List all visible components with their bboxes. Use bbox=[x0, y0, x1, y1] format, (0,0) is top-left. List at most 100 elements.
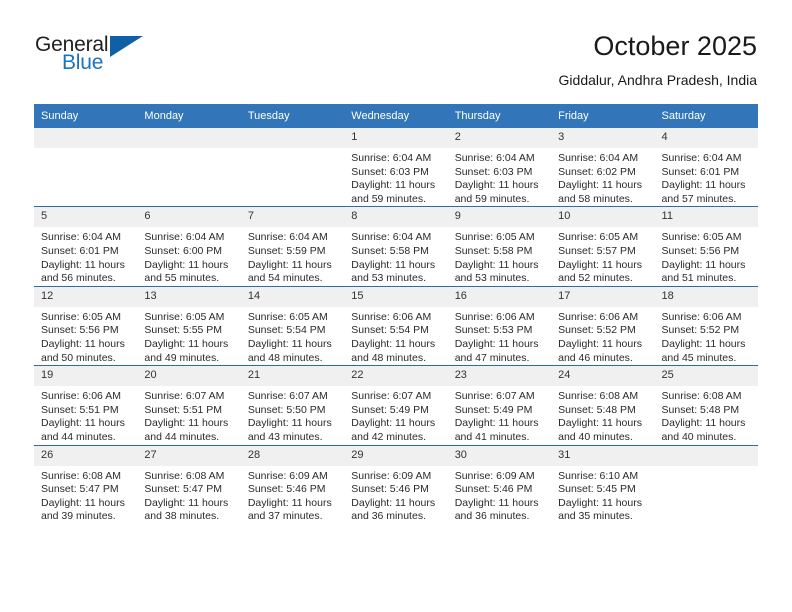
calendar-day-cell[interactable]: 8 Sunrise: 6:04 AM Sunset: 5:58 PM Daylight… bbox=[344, 206, 448, 287]
day-sunset-text: Sunset: 5:47 PM bbox=[144, 483, 223, 496]
calendar-day-cell[interactable]: 21 Sunrise: 6:07 AM Sunset: 5:50 PM Dayligh… bbox=[240, 365, 345, 445]
day-sunrise-text: Sunrise: 6:08 AM bbox=[661, 390, 742, 403]
day-daylight1-text: Daylight: 11 hours bbox=[661, 258, 746, 271]
day-daylight2-text: and 52 minutes. bbox=[558, 272, 633, 285]
day-number: 8 bbox=[344, 207, 448, 228]
calendar-day-cell[interactable]: 16 Sunrise: 6:06 AM Sunset: 5:53 PM Dayligh… bbox=[447, 285, 552, 366]
day-daylight1-text: Daylight: 11 hours bbox=[247, 258, 332, 271]
day-number: 25 bbox=[654, 366, 758, 387]
day-details: Sunrise: 6:07 AM Sunset: 5:49 PM Daylight:… bbox=[344, 386, 447, 444]
day-details: Sunrise: 6:09 AM Sunset: 5:46 PM Daylight:… bbox=[241, 466, 344, 524]
calendar-day-cell[interactable]: 18 Sunrise: 6:06 AM Sunset: 5:52 PM Dayligh… bbox=[654, 285, 758, 366]
day-daylight2-text: and 49 minutes. bbox=[144, 351, 220, 364]
day-number: 29 bbox=[344, 445, 448, 466]
calendar-day-cell-empty bbox=[137, 128, 241, 207]
calendar-day-cell[interactable]: 22 Sunrise: 6:07 AM Sunset: 5:49 PM Dayligh… bbox=[344, 365, 448, 445]
day-sunset-text: Sunset: 6:03 PM bbox=[351, 165, 429, 178]
day-daylight2-text: and 37 minutes. bbox=[247, 510, 323, 523]
day-sunrise-text: Sunrise: 6:08 AM bbox=[41, 469, 121, 482]
day-daylight1-text: Daylight: 11 hours bbox=[144, 258, 229, 271]
day-sunset-text: Sunset: 5:59 PM bbox=[247, 244, 326, 257]
day-number: 11 bbox=[654, 207, 758, 228]
day-details: Sunrise: 6:08 AM Sunset: 5:47 PM Daylight:… bbox=[34, 466, 137, 524]
calendar-day-cell[interactable]: 10 Sunrise: 6:05 AM Sunset: 5:57 PM Dayligh… bbox=[551, 206, 655, 287]
calendar-day-cell[interactable]: 26 Sunrise: 6:08 AM Sunset: 5:47 PM Dayligh… bbox=[34, 444, 138, 524]
day-number: 2 bbox=[447, 128, 552, 148]
calendar-day-cell[interactable]: 30 Sunrise: 6:09 AM Sunset: 5:46 PM Dayligh… bbox=[447, 444, 552, 524]
calendar-day-cell[interactable]: 2 Sunrise: 6:04 AM Sunset: 6:03 PM Daylight… bbox=[447, 128, 552, 207]
day-daylight1-text: Daylight: 11 hours bbox=[351, 179, 436, 192]
day-daylight2-text: and 48 minutes. bbox=[351, 351, 426, 364]
calendar-day-cell[interactable]: 27 Sunrise: 6:08 AM Sunset: 5:47 PM Dayligh… bbox=[137, 444, 241, 524]
calendar-day-cell[interactable]: 9 Sunrise: 6:05 AM Sunset: 5:58 PM Daylight… bbox=[447, 206, 552, 287]
day-details: Sunrise: 6:08 AM Sunset: 5:48 PM Daylight:… bbox=[655, 386, 758, 444]
day-sunset-text: Sunset: 6:01 PM bbox=[41, 244, 119, 257]
day-details: Sunrise: 6:09 AM Sunset: 5:46 PM Daylight:… bbox=[448, 466, 551, 524]
logo-triangle-icon bbox=[110, 36, 143, 57]
page-title: October 2025 bbox=[593, 31, 757, 61]
calendar-page: General Blue October 2025 Giddalur, Andh… bbox=[0, 0, 792, 612]
day-sunset-text: Sunset: 5:52 PM bbox=[558, 324, 636, 337]
day-daylight1-text: Daylight: 11 hours bbox=[454, 258, 539, 271]
weekday-header-sunday: Sunday bbox=[34, 104, 138, 128]
calendar-day-cell[interactable]: 20 Sunrise: 6:07 AM Sunset: 5:51 PM Dayligh… bbox=[137, 365, 241, 445]
calendar-day-cell[interactable]: 4 Sunrise: 6:04 AM Sunset: 6:01 PM Daylight… bbox=[654, 128, 758, 207]
calendar-day-cell[interactable]: 24 Sunrise: 6:08 AM Sunset: 5:48 PM Dayligh… bbox=[551, 365, 655, 445]
calendar-day-cell[interactable]: 5 Sunrise: 6:04 AM Sunset: 6:01 PM Daylight… bbox=[34, 206, 138, 287]
day-daylight1-text: Daylight: 11 hours bbox=[247, 417, 332, 430]
day-sunrise-text: Sunrise: 6:04 AM bbox=[351, 231, 432, 244]
day-daylight2-text: and 48 minutes. bbox=[247, 351, 323, 364]
day-daylight2-text: and 40 minutes. bbox=[661, 430, 737, 443]
day-daylight2-text: and 35 minutes. bbox=[558, 510, 633, 523]
calendar-day-cell[interactable]: 28 Sunrise: 6:09 AM Sunset: 5:46 PM Dayligh… bbox=[240, 444, 345, 524]
calendar-day-cell[interactable]: 6 Sunrise: 6:04 AM Sunset: 6:00 PM Daylight… bbox=[137, 206, 241, 287]
day-sunset-text: Sunset: 5:51 PM bbox=[41, 403, 119, 416]
day-details: Sunrise: 6:05 AM Sunset: 5:55 PM Daylight:… bbox=[137, 307, 240, 365]
calendar-day-cell[interactable]: 19 Sunrise: 6:06 AM Sunset: 5:51 PM Dayligh… bbox=[34, 365, 138, 445]
day-daylight2-text: and 42 minutes. bbox=[351, 430, 426, 443]
day-daylight2-text: and 45 minutes. bbox=[661, 351, 737, 364]
calendar-week-row: 5 Sunrise: 6:04 AM Sunset: 6:01 PM Daylight… bbox=[34, 206, 758, 287]
calendar-day-cell[interactable]: 23 Sunrise: 6:07 AM Sunset: 5:49 PM Dayligh… bbox=[447, 365, 552, 445]
calendar-day-cell[interactable]: 1 Sunrise: 6:04 AM Sunset: 6:03 PM Daylight… bbox=[344, 128, 448, 207]
calendar-day-cell[interactable]: 17 Sunrise: 6:06 AM Sunset: 5:52 PM Dayligh… bbox=[551, 285, 655, 366]
calendar-day-cell[interactable]: 11 Sunrise: 6:05 AM Sunset: 5:56 PM Dayligh… bbox=[654, 206, 758, 287]
calendar-day-cell[interactable]: 3 Sunrise: 6:04 AM Sunset: 6:02 PM Daylight… bbox=[551, 128, 655, 207]
calendar-day-cell[interactable]: 31 Sunrise: 6:10 AM Sunset: 5:45 PM Dayligh… bbox=[551, 444, 655, 524]
day-number: 28 bbox=[240, 445, 345, 466]
calendar-day-cell[interactable]: 15 Sunrise: 6:06 AM Sunset: 5:54 PM Dayligh… bbox=[344, 285, 448, 366]
day-daylight1-text: Daylight: 11 hours bbox=[247, 496, 332, 509]
day-details: Sunrise: 6:06 AM Sunset: 5:52 PM Daylight:… bbox=[551, 307, 654, 365]
day-sunset-text: Sunset: 5:48 PM bbox=[661, 403, 740, 416]
weekday-header-friday: Friday bbox=[551, 104, 655, 128]
weekday-header-monday: Monday bbox=[137, 104, 241, 128]
day-details: Sunrise: 6:09 AM Sunset: 5:46 PM Daylight:… bbox=[344, 466, 447, 524]
day-sunset-text: Sunset: 5:49 PM bbox=[454, 403, 533, 416]
day-daylight1-text: Daylight: 11 hours bbox=[41, 496, 125, 509]
calendar-day-cell[interactable]: 13 Sunrise: 6:05 AM Sunset: 5:55 PM Dayligh… bbox=[137, 285, 241, 366]
day-daylight1-text: Daylight: 11 hours bbox=[144, 496, 229, 509]
day-number: 13 bbox=[137, 286, 241, 307]
day-sunset-text: Sunset: 5:50 PM bbox=[247, 403, 326, 416]
day-sunset-text: Sunset: 5:49 PM bbox=[351, 403, 429, 416]
calendar-day-cell[interactable]: 25 Sunrise: 6:08 AM Sunset: 5:48 PM Dayligh… bbox=[654, 365, 758, 445]
day-daylight1-text: Daylight: 11 hours bbox=[247, 337, 332, 350]
day-number bbox=[654, 445, 758, 466]
day-number: 26 bbox=[34, 445, 138, 466]
calendar-week-row: 1 Sunrise: 6:04 AM Sunset: 6:03 PM Daylight… bbox=[34, 128, 758, 207]
calendar-day-cell[interactable]: 12 Sunrise: 6:05 AM Sunset: 5:56 PM Dayligh… bbox=[34, 285, 138, 366]
day-sunset-text: Sunset: 5:46 PM bbox=[247, 483, 326, 496]
day-daylight2-text: and 59 minutes. bbox=[351, 192, 426, 205]
calendar-day-cell[interactable]: 14 Sunrise: 6:05 AM Sunset: 5:54 PM Dayligh… bbox=[240, 285, 345, 366]
day-details: Sunrise: 6:04 AM Sunset: 6:00 PM Daylight:… bbox=[137, 227, 240, 285]
day-number: 18 bbox=[654, 286, 758, 307]
calendar-week-row: 26 Sunrise: 6:08 AM Sunset: 5:47 PM Dayligh… bbox=[34, 444, 758, 524]
day-daylight2-text: and 46 minutes. bbox=[558, 351, 633, 364]
day-daylight1-text: Daylight: 11 hours bbox=[661, 337, 746, 350]
day-sunrise-text: Sunrise: 6:09 AM bbox=[247, 469, 328, 482]
calendar-day-cell[interactable]: 29 Sunrise: 6:09 AM Sunset: 5:46 PM Dayligh… bbox=[344, 444, 448, 524]
day-daylight2-text: and 47 minutes. bbox=[454, 351, 530, 364]
day-number: 30 bbox=[447, 445, 552, 466]
calendar-day-cell[interactable]: 7 Sunrise: 6:04 AM Sunset: 5:59 PM Daylight… bbox=[240, 206, 345, 287]
calendar-day-cell-empty bbox=[240, 128, 345, 207]
